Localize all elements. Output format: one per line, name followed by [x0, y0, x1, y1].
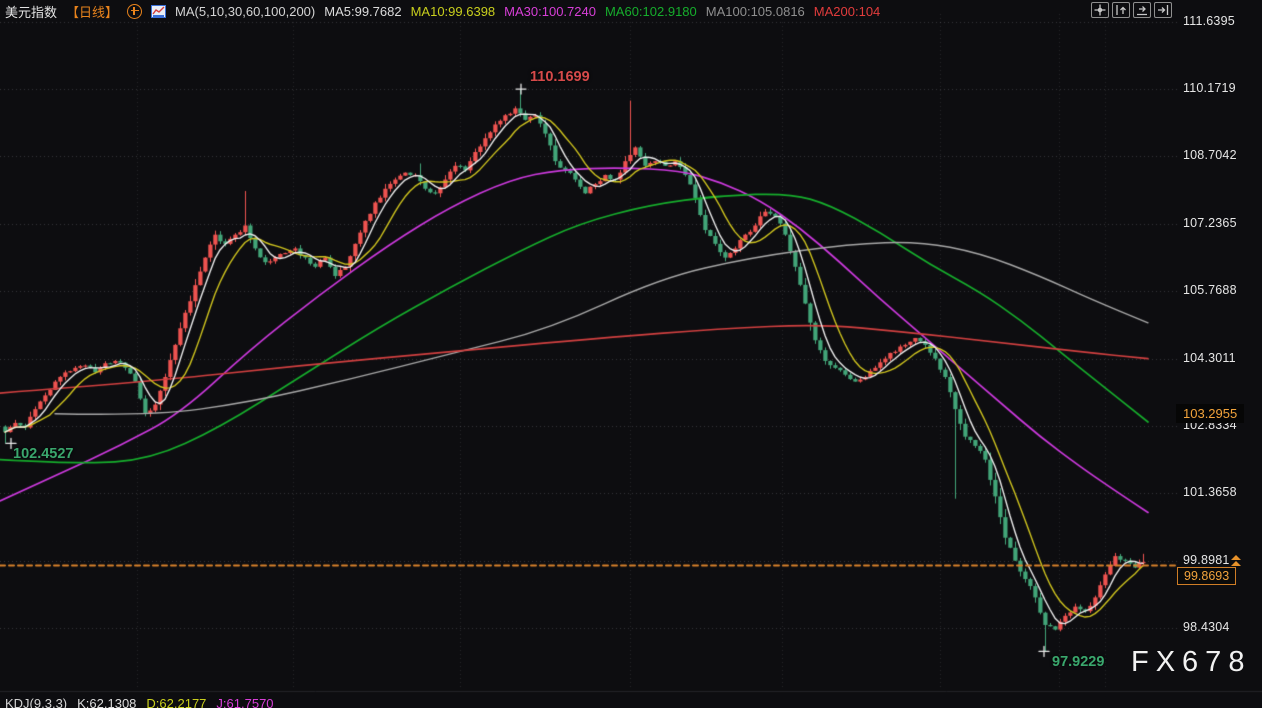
- price-up-arrow-icon: [1231, 555, 1241, 566]
- watermark: FX678: [1131, 646, 1251, 679]
- mini-chart-icon[interactable]: [151, 5, 166, 18]
- axis-tick-label: 104.3011: [1183, 351, 1236, 365]
- indicator-footer: KDJ(9,3,3) K:62.1308 D:62.2177 J:61.7570: [5, 696, 274, 708]
- axis-tick-label: 105.7688: [1183, 283, 1237, 297]
- circle-plus-icon[interactable]: [127, 4, 142, 19]
- symbol-name: 美元指数: [5, 2, 57, 21]
- axis-tick-label: 111.6395: [1183, 14, 1235, 28]
- price-annotation: 110.1699: [530, 69, 590, 85]
- axis-highlight-badge: 103.2955: [1176, 404, 1244, 423]
- kdj-k-value: K:62.1308: [77, 696, 136, 708]
- price-annotation: 97.9229: [1052, 654, 1104, 670]
- price-annotation: 102.4527: [13, 446, 73, 462]
- kdj-j-value: J:61.7570: [216, 696, 273, 708]
- ma30-value: MA30:100.7240: [504, 4, 596, 19]
- ma60-value: MA60:102.9180: [605, 4, 697, 19]
- axis-tick-label: 99.8981: [1183, 553, 1230, 567]
- axis-tick-label: 108.7042: [1183, 148, 1237, 162]
- current-price-badge: 99.8693: [1177, 567, 1236, 585]
- ma200-value: MA200:104: [814, 4, 881, 19]
- axis-tick-label: 107.2365: [1183, 216, 1237, 230]
- axis-tick-label: 98.4304: [1183, 620, 1230, 634]
- chart-toolbar: [1091, 2, 1172, 18]
- kdj-label: KDJ(9,3,3): [5, 696, 67, 708]
- axis-tick-label: 101.3658: [1183, 485, 1237, 499]
- ma100-value: MA100:105.0816: [706, 4, 805, 19]
- scale-y-axis-icon[interactable]: [1112, 2, 1130, 18]
- scale-x-axis-icon[interactable]: [1133, 2, 1151, 18]
- chart-window: 美元指数 【日线】 MA(5,10,30,60,100,200) MA5:99.…: [0, 0, 1262, 708]
- crosshair-icon[interactable]: [1091, 2, 1109, 18]
- axis-tick-label: 110.1719: [1183, 81, 1236, 95]
- ma10-value: MA10:99.6398: [411, 4, 496, 19]
- period-label[interactable]: 【日线】: [66, 2, 118, 21]
- go-to-latest-icon[interactable]: [1154, 2, 1172, 18]
- ma-group-label: MA(5,10,30,60,100,200): [175, 4, 315, 19]
- kdj-d-value: D:62.2177: [146, 696, 206, 708]
- chart-header: 美元指数 【日线】 MA(5,10,30,60,100,200) MA5:99.…: [5, 2, 880, 20]
- ma5-value: MA5:99.7682: [324, 4, 401, 19]
- price-axis[interactable]: 111.6395 110.1719 108.7042 107.2365 105.7688…: [0, 0, 1262, 708]
